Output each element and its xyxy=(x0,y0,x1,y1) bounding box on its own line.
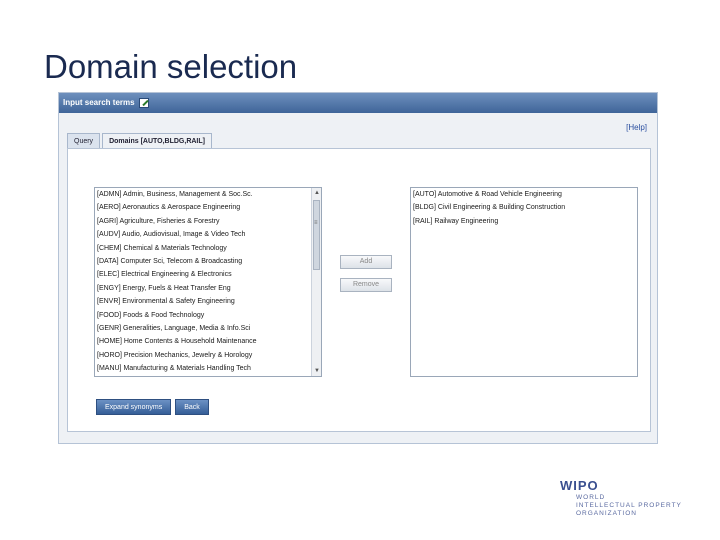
scroll-thumb[interactable] xyxy=(313,200,320,270)
domain-list-item[interactable]: [GENR] Generalities, Language, Media & I… xyxy=(95,322,311,335)
domain-list-item[interactable]: [HOME] Home Contents & Household Mainten… xyxy=(95,335,311,348)
wipo-logo-mark: WIPO xyxy=(560,478,599,493)
domain-list-item[interactable]: [AGRI] Agriculture, Fisheries & Forestry xyxy=(95,215,311,228)
tab-query[interactable]: Query xyxy=(67,133,101,148)
domain-list-item[interactable]: [HORO] Precision Mechanics, Jewelry & Ho… xyxy=(95,349,311,362)
action-buttons: Expand synonyms Back xyxy=(96,399,209,415)
available-domains-list[interactable]: [ADMN] Admin, Business, Management & Soc… xyxy=(94,187,322,377)
remove-button[interactable]: Remove xyxy=(340,278,392,292)
tab-domains[interactable]: Domains [AUTO,BLDG,RAIL] xyxy=(102,133,212,148)
selected-domain-item[interactable]: [BLDG] Civil Engineering & Building Cons… xyxy=(411,201,637,214)
selected-domain-item[interactable]: [RAIL] Railway Engineering xyxy=(411,215,637,228)
tab-bar: Query Domains [AUTO,BLDG,RAIL] xyxy=(67,133,212,148)
wipo-name-line2: INTELLECTUAL PROPERTY xyxy=(576,502,682,509)
domain-list-item[interactable]: [AERO] Aeronautics & Aerospace Engineeri… xyxy=(95,201,311,214)
scroll-up-arrow-icon[interactable]: ▲ xyxy=(312,188,321,198)
domain-list-item[interactable]: [ELEC] Electrical Engineering & Electron… xyxy=(95,268,311,281)
domain-list-item[interactable]: [ADMN] Admin, Business, Management & Soc… xyxy=(95,188,311,201)
panel-header-title: Input search terms xyxy=(63,98,135,107)
wipo-logo-name: WORLD INTELLECTUAL PROPERTY ORGANIZATION xyxy=(576,494,682,518)
transfer-buttons: Add Remove xyxy=(340,255,392,301)
domain-list-item[interactable]: [ENVR] Environmental & Safety Engineerin… xyxy=(95,295,311,308)
wipo-logo: WIPO WORLD INTELLECTUAL PROPERTY ORGANIZ… xyxy=(560,478,682,518)
domain-list-item[interactable]: [DATA] Computer Sci, Telecom & Broadcast… xyxy=(95,255,311,268)
selected-domain-item[interactable]: [AUTO] Automotive & Road Vehicle Enginee… xyxy=(411,188,637,201)
search-panel: Input search terms [Help] Query Domains … xyxy=(58,92,658,444)
selected-domains-items: [AUTO] Automotive & Road Vehicle Enginee… xyxy=(411,188,637,228)
help-link[interactable]: [Help] xyxy=(626,123,647,132)
domain-list-item[interactable]: [AUDV] Audio, Audiovisual, Image & Video… xyxy=(95,228,311,241)
edit-icon[interactable] xyxy=(138,98,149,108)
scroll-down-arrow-icon[interactable]: ▼ xyxy=(312,366,321,376)
domain-list-item[interactable]: [ENGY] Energy, Fuels & Heat Transfer Eng xyxy=(95,282,311,295)
slide-title: Domain selection xyxy=(44,48,298,85)
domain-list-item[interactable]: [CHEM] Chemical & Materials Technology xyxy=(95,242,311,255)
scroll-grip-icon: ≡ xyxy=(314,220,318,226)
wipo-name-line1: WORLD xyxy=(576,494,606,501)
available-domains-items: [ADMN] Admin, Business, Management & Soc… xyxy=(95,188,311,375)
domain-list-item[interactable]: [FOOD] Foods & Food Technology xyxy=(95,309,311,322)
domains-scrollbar[interactable]: ▲ ≡ ▼ xyxy=(311,188,321,376)
back-button[interactable]: Back xyxy=(175,399,209,415)
add-button[interactable]: Add xyxy=(340,255,392,269)
domains-tab-content: [ADMN] Admin, Business, Management & Soc… xyxy=(67,148,651,432)
expand-synonyms-button[interactable]: Expand synonyms xyxy=(96,399,172,415)
panel-header: Input search terms xyxy=(59,93,657,113)
domain-list-item[interactable]: [MANU] Manufacturing & Materials Handlin… xyxy=(95,362,311,375)
wipo-name-line3: ORGANIZATION xyxy=(576,510,637,517)
selected-domains-list[interactable]: [AUTO] Automotive & Road Vehicle Enginee… xyxy=(410,187,638,377)
